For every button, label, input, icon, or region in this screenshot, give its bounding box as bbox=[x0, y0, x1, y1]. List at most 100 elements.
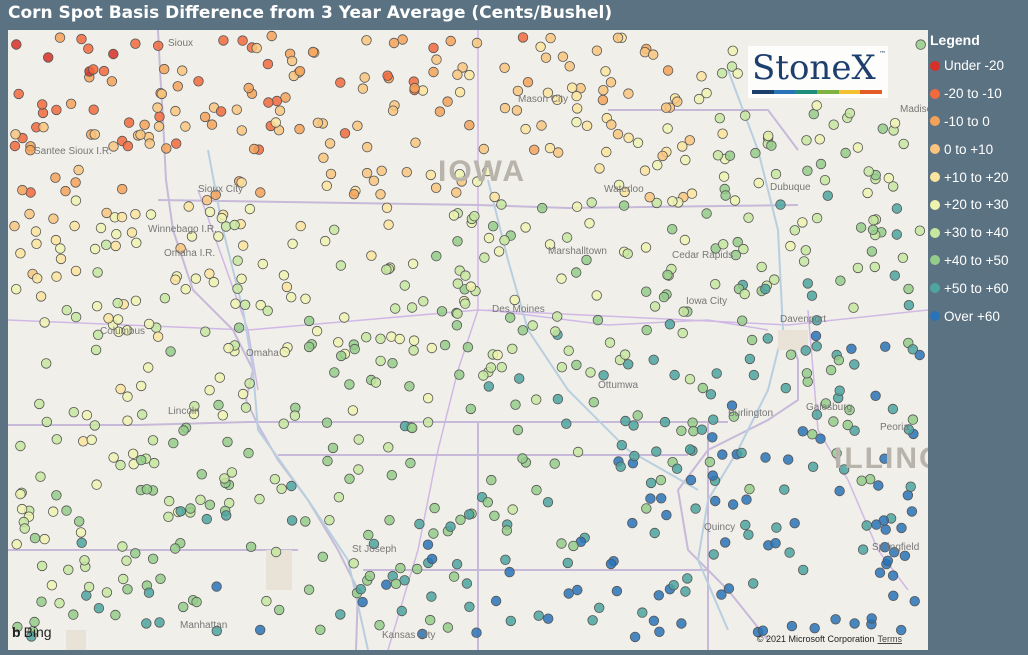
station-marker[interactable] bbox=[255, 187, 266, 198]
map-canvas[interactable]: IOWA ILLINO Sioux Mason City Sioux City … bbox=[8, 30, 928, 650]
station-marker[interactable] bbox=[204, 385, 215, 396]
station-marker[interactable] bbox=[425, 169, 437, 181]
station-marker[interactable] bbox=[452, 236, 463, 247]
station-marker[interactable] bbox=[600, 66, 611, 77]
station-marker[interactable] bbox=[769, 274, 780, 285]
station-marker[interactable] bbox=[454, 87, 466, 98]
station-marker[interactable] bbox=[527, 320, 538, 331]
station-marker[interactable] bbox=[714, 112, 726, 124]
station-marker[interactable] bbox=[915, 39, 926, 50]
station-marker[interactable] bbox=[552, 393, 564, 405]
station-marker[interactable] bbox=[483, 232, 495, 244]
station-marker[interactable] bbox=[543, 613, 554, 624]
station-marker[interactable] bbox=[34, 398, 45, 410]
station-marker[interactable] bbox=[83, 581, 95, 593]
station-marker[interactable] bbox=[195, 494, 206, 506]
station-marker[interactable] bbox=[317, 551, 329, 563]
station-marker[interactable] bbox=[616, 440, 628, 451]
station-marker[interactable] bbox=[557, 51, 569, 62]
station-marker[interactable] bbox=[61, 305, 73, 316]
station-marker[interactable] bbox=[422, 539, 434, 550]
station-marker[interactable] bbox=[180, 284, 191, 295]
legend-item[interactable]: +50 to +60 bbox=[930, 274, 1028, 302]
station-marker[interactable] bbox=[737, 315, 748, 326]
station-marker[interactable] bbox=[335, 260, 347, 271]
station-marker[interactable] bbox=[208, 276, 220, 288]
station-marker[interactable] bbox=[825, 364, 837, 376]
station-marker[interactable] bbox=[649, 301, 661, 312]
station-marker[interactable] bbox=[857, 544, 869, 555]
legend-item[interactable]: +10 to +20 bbox=[930, 163, 1028, 191]
station-marker[interactable] bbox=[798, 256, 810, 267]
station-marker[interactable] bbox=[190, 273, 202, 284]
station-marker[interactable] bbox=[856, 475, 867, 486]
station-marker[interactable] bbox=[800, 245, 812, 256]
station-marker[interactable] bbox=[800, 345, 811, 356]
station-marker[interactable] bbox=[135, 129, 146, 140]
station-marker[interactable] bbox=[677, 141, 688, 152]
station-marker[interactable] bbox=[363, 529, 374, 541]
station-marker[interactable] bbox=[122, 415, 133, 426]
station-marker[interactable] bbox=[882, 555, 894, 567]
station-marker[interactable] bbox=[744, 353, 756, 365]
station-marker[interactable] bbox=[51, 434, 63, 445]
station-marker[interactable] bbox=[73, 516, 85, 527]
station-marker[interactable] bbox=[136, 409, 148, 420]
station-marker[interactable] bbox=[641, 324, 652, 336]
station-marker[interactable] bbox=[396, 605, 408, 617]
station-marker[interactable] bbox=[61, 505, 72, 516]
station-marker[interactable] bbox=[172, 81, 184, 92]
legend-item[interactable]: 0 to +10 bbox=[930, 135, 1028, 163]
station-marker[interactable] bbox=[760, 452, 771, 463]
station-marker[interactable] bbox=[855, 222, 867, 233]
station-marker[interactable] bbox=[112, 297, 123, 309]
station-marker[interactable] bbox=[115, 459, 126, 471]
station-marker[interactable] bbox=[677, 327, 688, 339]
station-marker[interactable] bbox=[93, 603, 105, 614]
station-marker[interactable] bbox=[127, 448, 139, 460]
station-marker[interactable] bbox=[161, 143, 172, 154]
station-marker[interactable] bbox=[321, 417, 333, 428]
station-marker[interactable] bbox=[615, 461, 626, 472]
station-marker[interactable] bbox=[629, 450, 640, 462]
station-marker[interactable] bbox=[471, 627, 482, 638]
station-marker[interactable] bbox=[649, 527, 660, 539]
station-marker[interactable] bbox=[68, 609, 79, 620]
station-marker[interactable] bbox=[287, 238, 298, 250]
station-marker[interactable] bbox=[236, 125, 248, 136]
station-marker[interactable] bbox=[741, 494, 752, 505]
station-marker[interactable] bbox=[659, 416, 671, 428]
station-marker[interactable] bbox=[375, 355, 386, 367]
station-marker[interactable] bbox=[177, 601, 189, 613]
station-marker[interactable] bbox=[465, 403, 477, 415]
station-marker[interactable] bbox=[243, 447, 254, 459]
station-marker[interactable] bbox=[70, 311, 82, 323]
station-marker[interactable] bbox=[510, 399, 521, 410]
station-marker[interactable] bbox=[718, 171, 730, 182]
station-marker[interactable] bbox=[158, 63, 170, 75]
station-marker[interactable] bbox=[39, 533, 50, 545]
station-marker[interactable] bbox=[366, 250, 377, 261]
station-marker[interactable] bbox=[41, 416, 53, 428]
station-marker[interactable] bbox=[175, 506, 186, 517]
station-marker[interactable] bbox=[89, 243, 101, 255]
station-marker[interactable] bbox=[732, 68, 743, 79]
station-marker[interactable] bbox=[834, 385, 845, 396]
station-marker[interactable] bbox=[545, 32, 556, 44]
station-marker[interactable] bbox=[648, 615, 660, 627]
station-marker[interactable] bbox=[244, 378, 255, 389]
station-marker[interactable] bbox=[549, 458, 560, 469]
station-marker[interactable] bbox=[387, 358, 398, 369]
station-marker[interactable] bbox=[533, 610, 544, 621]
station-marker[interactable] bbox=[329, 367, 340, 378]
station-marker[interactable] bbox=[500, 554, 511, 566]
station-marker[interactable] bbox=[572, 446, 584, 458]
station-marker[interactable] bbox=[720, 537, 731, 548]
station-marker[interactable] bbox=[322, 455, 333, 467]
station-marker[interactable] bbox=[353, 464, 364, 475]
station-marker[interactable] bbox=[606, 119, 617, 130]
station-marker[interactable] bbox=[143, 318, 155, 330]
station-marker[interactable] bbox=[191, 596, 202, 608]
station-marker[interactable] bbox=[852, 142, 864, 153]
station-marker[interactable] bbox=[375, 189, 386, 200]
